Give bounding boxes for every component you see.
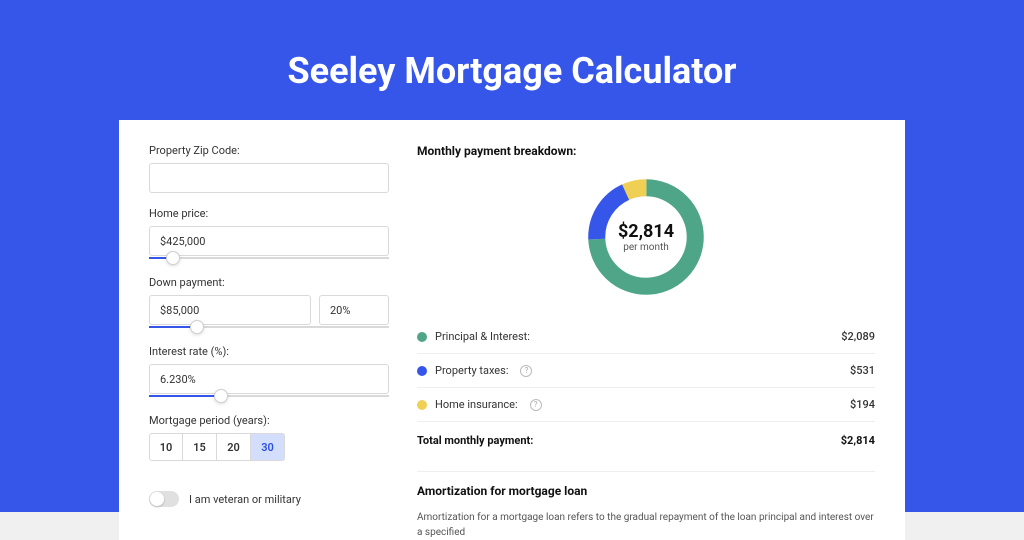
period-option-10[interactable]: 10 bbox=[149, 433, 183, 461]
slider-thumb[interactable] bbox=[166, 251, 180, 265]
down-payment-label: Down payment: bbox=[149, 276, 389, 289]
home-price-input[interactable] bbox=[149, 226, 389, 256]
donut-chart: $2,814 per month bbox=[417, 172, 875, 302]
donut-sub: per month bbox=[623, 242, 669, 253]
interest-rate-slider[interactable] bbox=[149, 392, 389, 400]
veteran-row: I am veteran or military bbox=[149, 491, 389, 507]
period-option-20[interactable]: 20 bbox=[217, 433, 251, 461]
legend-label: Property taxes: bbox=[435, 364, 508, 377]
legend-label: Home insurance: bbox=[435, 398, 518, 411]
mortgage-period-field: Mortgage period (years): 10 15 20 30 bbox=[149, 414, 389, 461]
zip-field: Property Zip Code: bbox=[149, 144, 389, 193]
legend-taxes: Property taxes: ? $531 bbox=[417, 353, 875, 387]
legend-dot-icon bbox=[417, 366, 427, 376]
legend-value: $194 bbox=[850, 398, 875, 411]
info-icon[interactable]: ? bbox=[530, 399, 542, 411]
period-option-15[interactable]: 15 bbox=[183, 433, 217, 461]
down-payment-percent-input[interactable] bbox=[319, 295, 389, 325]
legend-dot-icon bbox=[417, 332, 427, 342]
amortization-body: Amortization for a mortgage loan refers … bbox=[417, 510, 875, 540]
legend-principal: Principal & Interest: $2,089 bbox=[417, 320, 875, 353]
zip-label: Property Zip Code: bbox=[149, 144, 389, 157]
page-title: Seeley Mortgage Calculator bbox=[287, 50, 736, 92]
slider-thumb[interactable] bbox=[190, 320, 204, 334]
donut-center: $2,814 per month bbox=[581, 172, 711, 302]
calculator-card: Property Zip Code: Home price: Down paym… bbox=[119, 120, 905, 540]
amortization-section: Amortization for mortgage loan Amortizat… bbox=[417, 471, 875, 540]
zip-input[interactable] bbox=[149, 163, 389, 193]
total-label: Total monthly payment: bbox=[417, 434, 533, 447]
home-price-slider[interactable] bbox=[149, 254, 389, 262]
veteran-label: I am veteran or military bbox=[189, 493, 301, 506]
total-row: Total monthly payment: $2,814 bbox=[417, 421, 875, 457]
interest-rate-label: Interest rate (%): bbox=[149, 345, 389, 358]
veteran-toggle[interactable] bbox=[149, 491, 179, 507]
total-value: $2,814 bbox=[841, 434, 875, 447]
legend-label: Principal & Interest: bbox=[435, 330, 530, 343]
form-column: Property Zip Code: Home price: Down paym… bbox=[149, 144, 389, 540]
amortization-title: Amortization for mortgage loan bbox=[417, 484, 875, 498]
breakdown-column: Monthly payment breakdown: $2,814 per mo… bbox=[417, 144, 875, 540]
down-payment-amount-input[interactable] bbox=[149, 295, 311, 325]
home-price-field: Home price: bbox=[149, 207, 389, 262]
legend-dot-icon bbox=[417, 400, 427, 410]
legend-insurance: Home insurance: ? $194 bbox=[417, 387, 875, 421]
interest-rate-input[interactable] bbox=[149, 364, 389, 394]
mortgage-period-label: Mortgage period (years): bbox=[149, 414, 389, 427]
down-payment-field: Down payment: bbox=[149, 276, 389, 331]
mortgage-period-group: 10 15 20 30 bbox=[149, 433, 389, 461]
period-option-30[interactable]: 30 bbox=[251, 433, 285, 461]
legend-value: $2,089 bbox=[841, 330, 875, 343]
donut-amount: $2,814 bbox=[618, 221, 674, 242]
page-root: Seeley Mortgage Calculator Property Zip … bbox=[0, 0, 1024, 512]
interest-rate-field: Interest rate (%): bbox=[149, 345, 389, 400]
down-payment-slider[interactable] bbox=[149, 323, 389, 331]
slider-thumb[interactable] bbox=[214, 389, 228, 403]
home-price-label: Home price: bbox=[149, 207, 389, 220]
info-icon[interactable]: ? bbox=[520, 365, 532, 377]
breakdown-title: Monthly payment breakdown: bbox=[417, 144, 875, 158]
legend-value: $531 bbox=[850, 364, 875, 377]
